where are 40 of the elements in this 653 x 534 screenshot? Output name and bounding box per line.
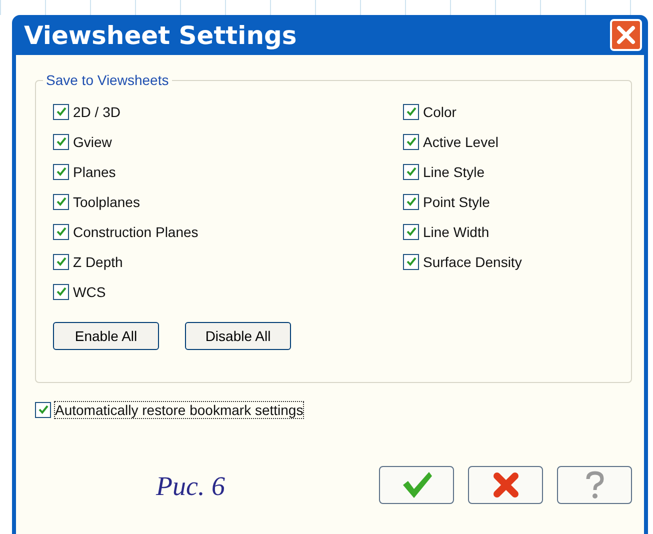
checkbox[interactable] <box>403 134 419 150</box>
checkbox[interactable] <box>403 164 419 180</box>
checkbox[interactable] <box>403 104 419 120</box>
checkbox[interactable] <box>53 224 69 240</box>
checkbox[interactable] <box>403 224 419 240</box>
checkbox-label[interactable]: 2D / 3D <box>73 104 120 120</box>
ok-button[interactable] <box>379 466 454 504</box>
checkbox[interactable] <box>403 194 419 210</box>
checkbox[interactable] <box>53 164 69 180</box>
checkbox[interactable] <box>53 104 69 120</box>
enable-all-button[interactable]: Enable All <box>53 322 159 350</box>
checkbox-label[interactable]: Planes <box>73 164 116 180</box>
cross-icon <box>492 471 520 499</box>
checkbox-label[interactable]: Toolplanes <box>73 194 140 210</box>
checkbox-label[interactable]: Gview <box>73 134 112 150</box>
checkbox[interactable] <box>403 254 419 270</box>
checkbox[interactable] <box>53 284 69 300</box>
checkbox[interactable] <box>35 402 51 418</box>
checkbox-label[interactable]: Point Style <box>423 194 490 210</box>
close-icon <box>615 24 637 46</box>
figure-caption: Рис. 6 <box>156 471 225 502</box>
checkbox[interactable] <box>53 254 69 270</box>
checkbox-label[interactable]: Line Width <box>423 224 490 240</box>
checkbox-label[interactable]: Line Style <box>423 164 484 180</box>
close-button[interactable] <box>610 19 642 51</box>
checkbox-label[interactable]: WCS <box>73 284 106 300</box>
checkbox-label[interactable]: Surface Density <box>423 254 522 270</box>
cancel-button[interactable] <box>468 466 543 504</box>
help-button[interactable] <box>557 466 632 504</box>
checkbox[interactable] <box>53 194 69 210</box>
checkbox-label[interactable]: Automatically restore bookmark settings <box>55 402 304 418</box>
disable-all-button[interactable]: Disable All <box>185 322 291 350</box>
help-icon <box>584 470 606 500</box>
window-title: Viewsheet Settings <box>24 20 297 50</box>
checkbox-label[interactable]: Color <box>423 104 456 120</box>
checkbox-label[interactable]: Z Depth <box>73 254 123 270</box>
checkbox-label[interactable]: Active Level <box>423 134 498 150</box>
checkbox[interactable] <box>53 134 69 150</box>
group-title: Save to Viewsheets <box>43 72 172 88</box>
checkbox-label[interactable]: Construction Planes <box>73 224 198 240</box>
